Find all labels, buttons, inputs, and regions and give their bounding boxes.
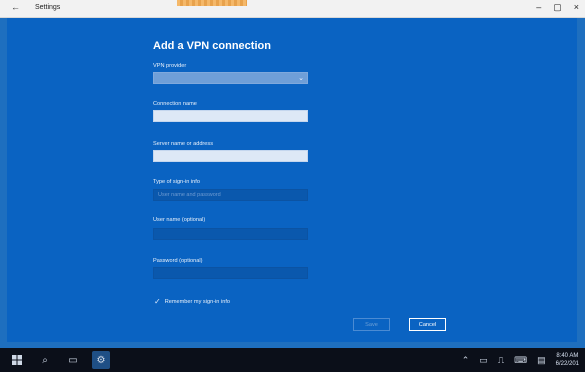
cancel-button[interactable]: Cancel (409, 318, 446, 331)
vpn-dialog: Add a VPN connection VPN provider ⌄ Conn… (7, 18, 577, 342)
battery-icon[interactable]: ▭ (479, 355, 488, 366)
minimize-button[interactable]: – (536, 2, 541, 13)
notification-icon[interactable]: ▤ (537, 355, 546, 366)
clock-date: 6/22/201 (555, 361, 579, 367)
remember-checkbox[interactable]: ✓ Remember my sign-in info (154, 298, 230, 306)
windows-icon[interactable] (8, 351, 26, 369)
checkmark-icon: ✓ (154, 297, 161, 306)
taskbar-left: ⌕ ▭ ⚙ (8, 351, 110, 369)
title-bar: ← Settings – ▢ × (0, 0, 585, 18)
chevron-up-icon[interactable]: ⌃ (462, 355, 470, 366)
connection-name-label: Connection name (153, 101, 197, 107)
task-view-icon[interactable]: ▭ (64, 351, 82, 369)
search-icon[interactable]: ⌕ (36, 351, 54, 369)
username-field[interactable] (153, 228, 308, 240)
connection-name-field[interactable] (153, 110, 308, 122)
server-label: Server name or address (153, 141, 214, 147)
snap-assist-strip (177, 0, 247, 6)
taskbar: ⌕ ▭ ⚙ ⌃ ▭ ⎍ ⌨ ▤ 8:40 AM 6/22/201 (0, 348, 585, 372)
password-field[interactable] (153, 267, 308, 279)
maximize-button[interactable]: ▢ (553, 2, 562, 13)
window-controls: – ▢ × (536, 2, 579, 13)
network-icon[interactable]: ⎍ (498, 355, 504, 366)
keyboard-icon[interactable]: ⌨ (514, 355, 527, 366)
signin-type-dropdown[interactable]: User name and password (153, 189, 308, 201)
window-title: Settings (35, 4, 61, 11)
vpn-provider-label: VPN provider (153, 63, 187, 69)
gear-icon[interactable]: ⚙ (92, 351, 110, 369)
clock-time: 8:40 AM (556, 353, 579, 359)
dialog-heading: Add a VPN connection (153, 40, 271, 52)
save-button[interactable]: Save (353, 318, 390, 331)
chevron-down-icon: ⌄ (298, 75, 304, 82)
signin-type-label: Type of sign-in info (153, 179, 200, 185)
vpn-provider-dropdown[interactable]: ⌄ (153, 72, 308, 84)
back-arrow-icon[interactable]: ← (11, 2, 20, 12)
password-label: Password (optional) (153, 258, 203, 264)
system-tray: ⌃ ▭ ⎍ ⌨ ▤ 8:40 AM 6/22/201 (462, 352, 579, 368)
remember-label: Remember my sign-in info (164, 299, 230, 305)
username-label: User name (optional) (153, 217, 206, 223)
server-address-field[interactable] (153, 150, 308, 162)
clock[interactable]: 8:40 AM 6/22/201 (556, 352, 579, 368)
close-button[interactable]: × (574, 2, 579, 13)
